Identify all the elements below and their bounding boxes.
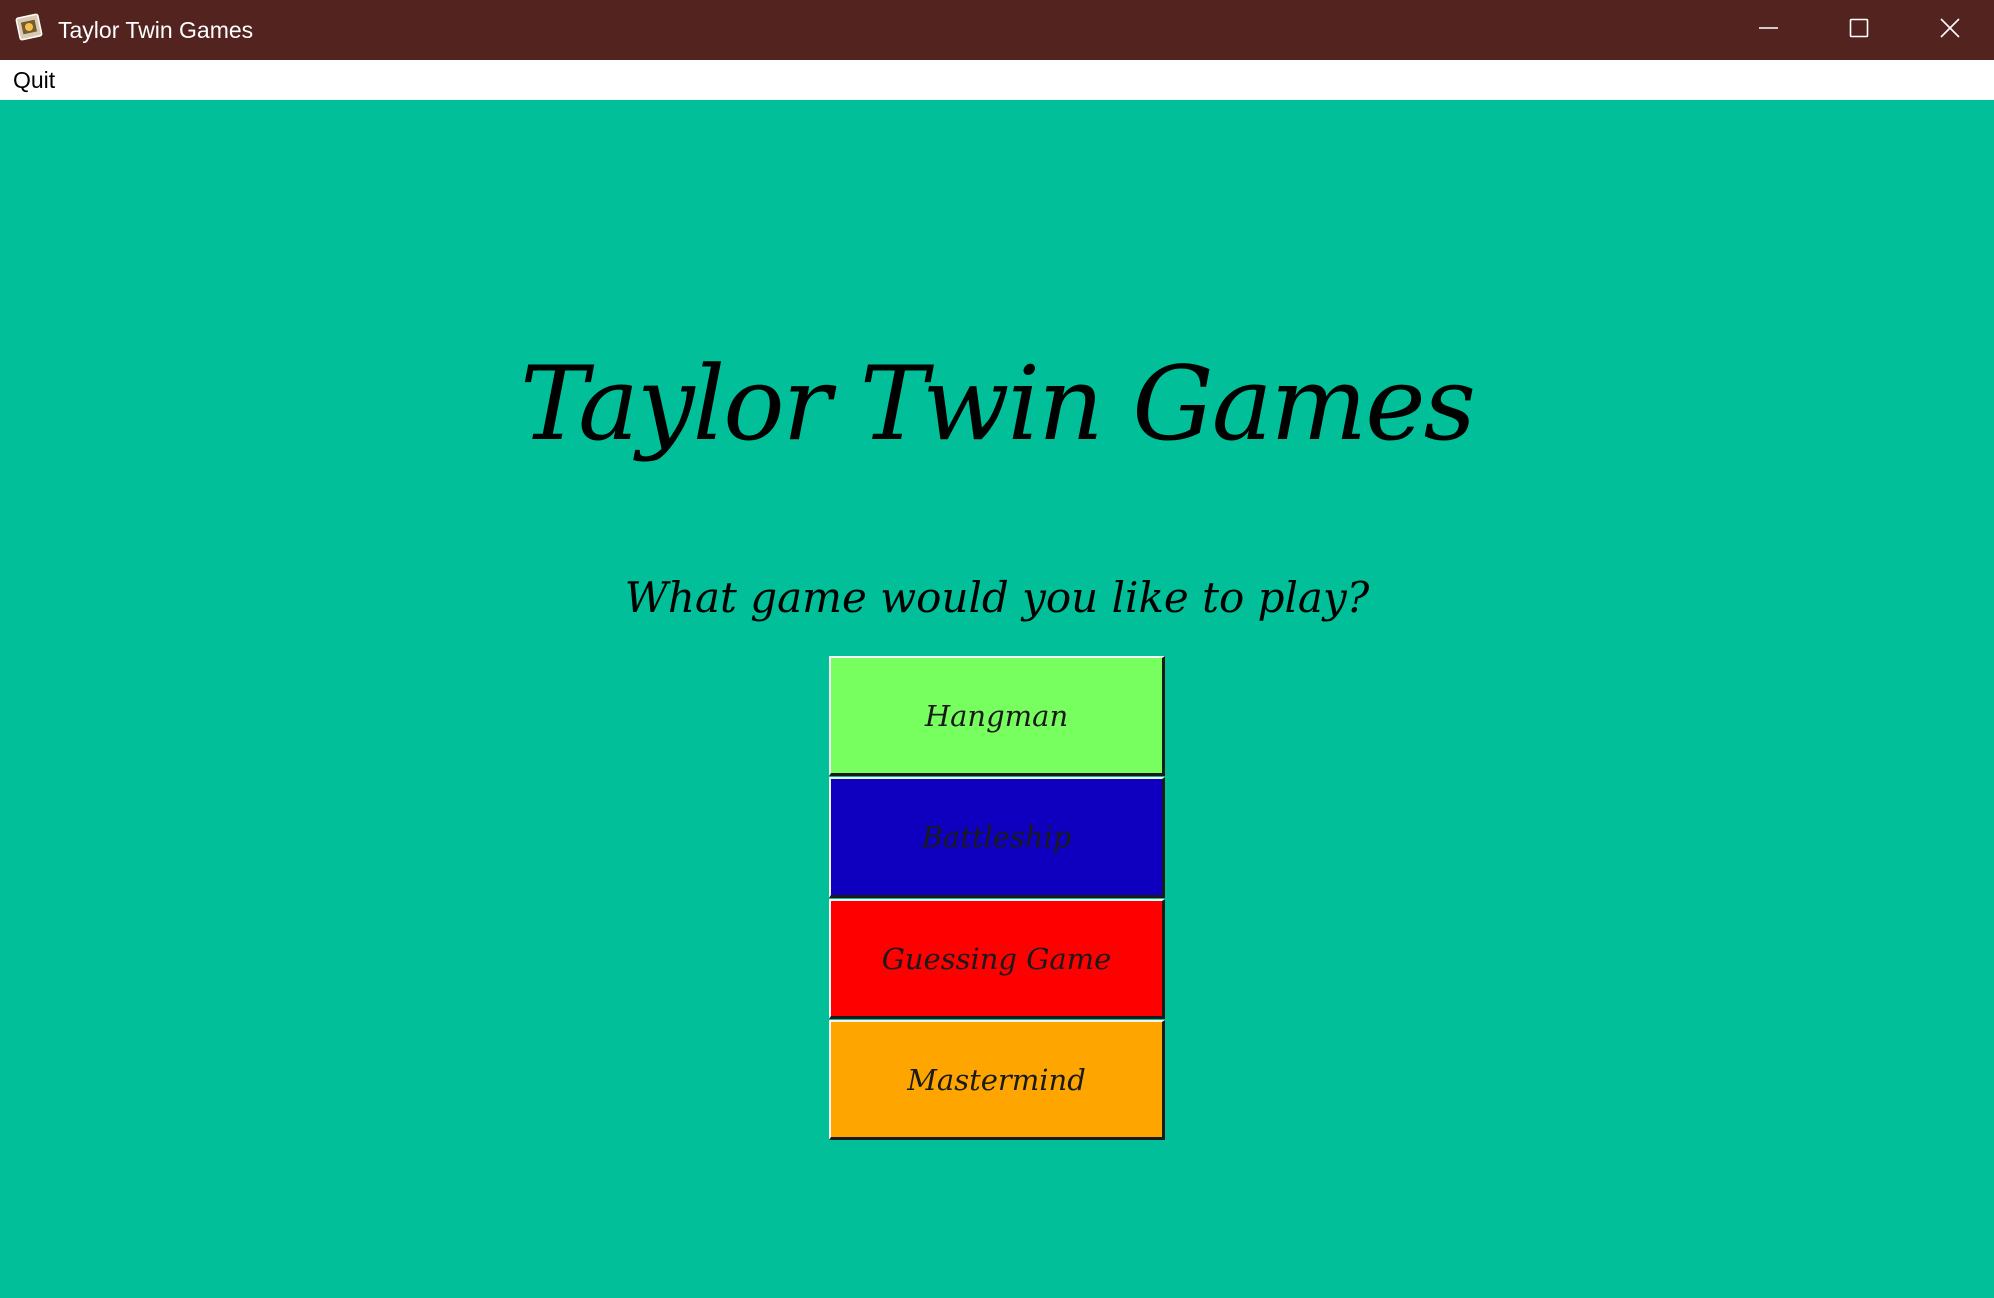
app-window: Taylor Twin Games Quit Taylor Twin Games…: [0, 0, 1994, 1298]
close-button[interactable]: [1904, 0, 1994, 60]
title-bar[interactable]: Taylor Twin Games: [0, 0, 1994, 60]
close-icon: [1940, 18, 1960, 38]
maximize-button[interactable]: [1813, 0, 1905, 60]
app-icon: [14, 13, 44, 43]
minimize-button[interactable]: [1722, 0, 1814, 60]
window-title: Taylor Twin Games: [58, 17, 254, 43]
mastermind-button-label: Mastermind: [907, 1062, 1086, 1097]
guessing-game-button[interactable]: Guessing Game: [829, 899, 1165, 1019]
battleship-button[interactable]: Battleship: [829, 777, 1165, 898]
menu-item-quit[interactable]: Quit: [13, 66, 55, 94]
guessing-game-button-label: Guessing Game: [881, 941, 1112, 976]
hangman-button[interactable]: Hangman: [829, 656, 1165, 776]
page-title: Taylor Twin Games: [520, 345, 1476, 464]
main-content: Taylor Twin Games What game would you li…: [0, 100, 1994, 1298]
minimize-icon: [1759, 27, 1778, 29]
game-prompt: What game would you like to play?: [624, 573, 1370, 622]
maximize-icon: [1849, 18, 1869, 38]
menu-bar: Quit: [0, 60, 1994, 100]
mastermind-button[interactable]: Mastermind: [829, 1020, 1165, 1140]
hangman-button-label: Hangman: [924, 698, 1069, 733]
battleship-button-label: Battleship: [921, 820, 1072, 854]
